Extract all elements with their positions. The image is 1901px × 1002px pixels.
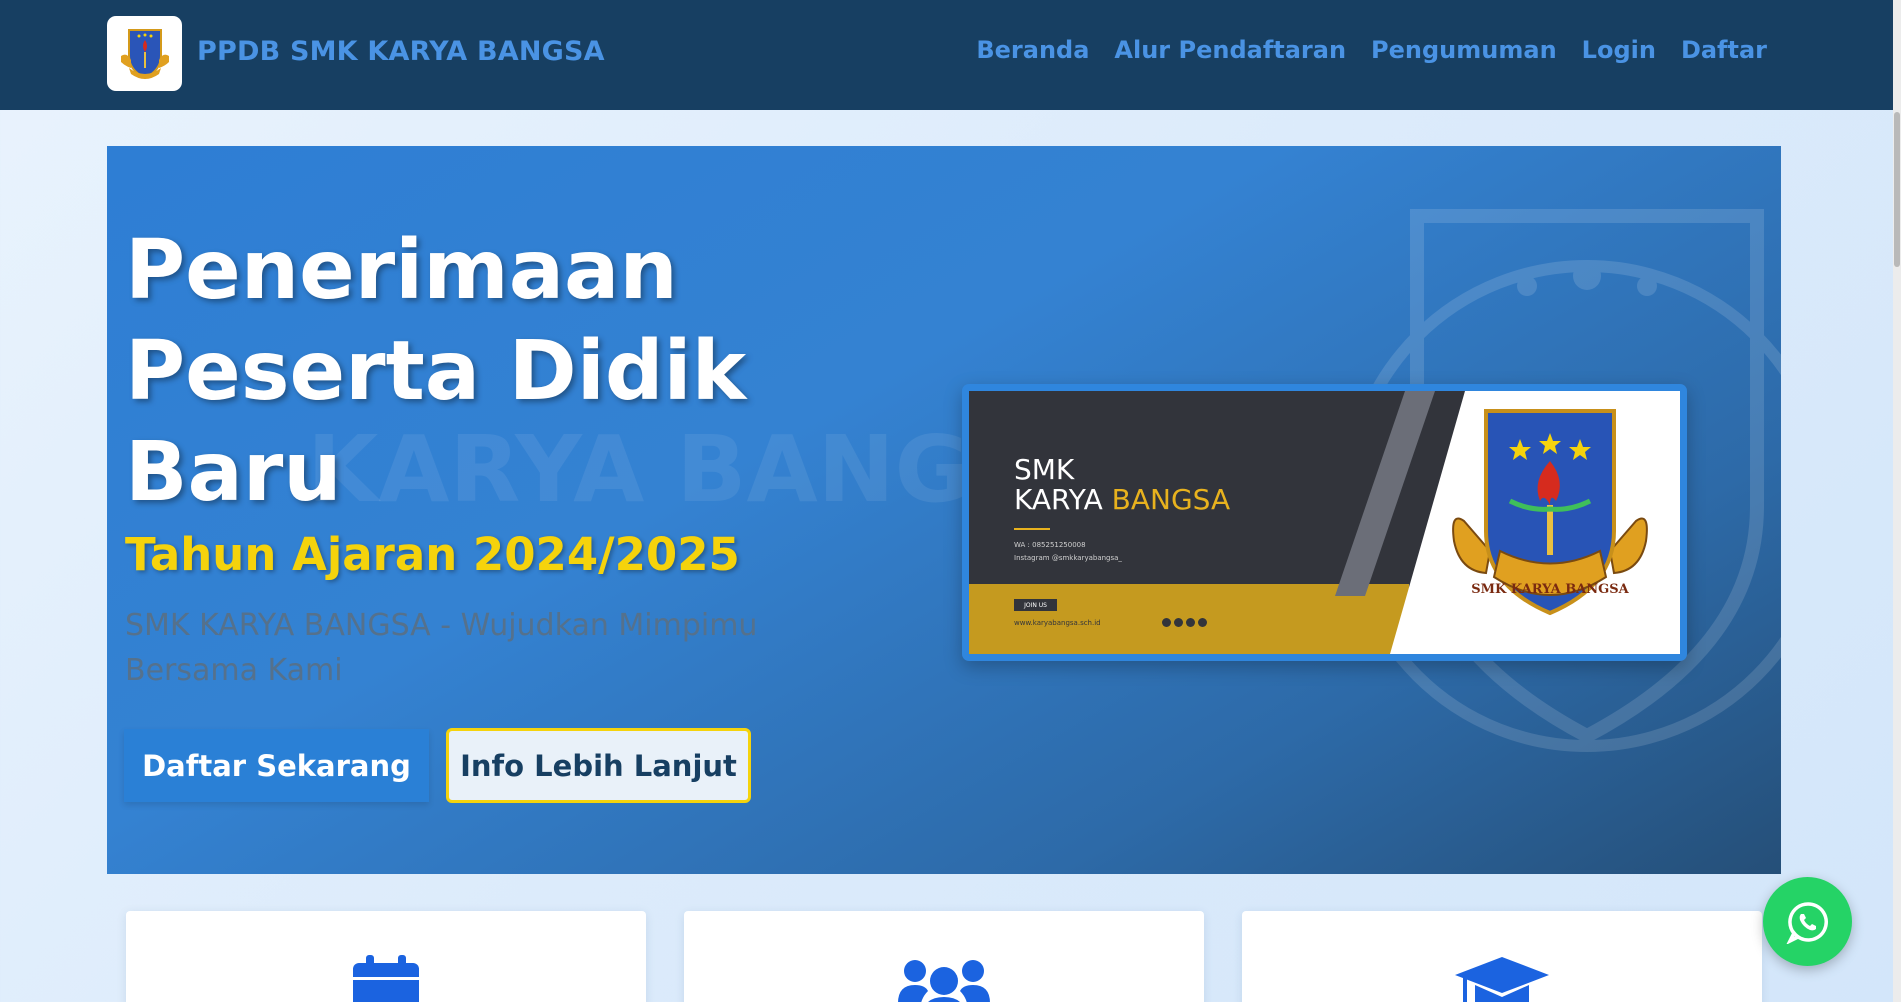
scrollbar-thumb[interactable]	[1894, 112, 1900, 267]
page-scrollbar[interactable]	[1893, 0, 1901, 1002]
school-logo[interactable]	[107, 16, 182, 91]
users-icon	[898, 960, 990, 1002]
feature-card-graduation	[1242, 911, 1762, 1002]
banner-school-emblem-icon: SMK KARYA BANGSA	[1452, 409, 1648, 616]
banner-title-line2: KARYA BANGSA	[1014, 485, 1230, 515]
brand-title[interactable]: PPDB SMK KARYA BANGSA	[197, 36, 605, 67]
school-banner-image: SMK KARYA BANGSA WA : 085251250008 Insta…	[962, 384, 1687, 661]
banner-graphic: SMK KARYA BANGSA WA : 085251250008 Insta…	[969, 391, 1680, 654]
school-emblem-icon	[120, 28, 169, 79]
banner-emblem-text: SMK KARYA BANGSA	[1471, 582, 1629, 597]
daftar-sekarang-button[interactable]: Daftar Sekarang	[124, 729, 429, 802]
nav-link-beranda[interactable]: Beranda	[976, 36, 1089, 64]
twitter-icon	[1174, 618, 1183, 627]
whatsapp-icon	[1786, 901, 1828, 944]
hero-section: KARYA BANGSA Penerimaan Peserta Didik Ba…	[107, 146, 1781, 874]
banner-website-text: www.karyabangsa.sch.id	[1014, 619, 1101, 627]
navbar: PPDB SMK KARYA BANGSA Beranda Alur Penda…	[0, 0, 1901, 110]
nav-link-alur-pendaftaran[interactable]: Alur Pendaftaran	[1114, 36, 1346, 64]
hero-tagline: SMK KARYA BANGSA - Wujudkan Mimpimu Bers…	[125, 608, 758, 688]
banner-join-badge: JOIN US	[1014, 599, 1057, 611]
banner-title-bangsa: BANGSA	[1111, 483, 1231, 516]
banner-wa-text: WA : 085251250008	[1014, 541, 1086, 549]
nav-link-pengumuman[interactable]: Pengumuman	[1371, 36, 1557, 64]
facebook-icon	[1162, 618, 1171, 627]
banner-title-karya: KARYA	[1014, 483, 1112, 516]
hero-subtitle: Tahun Ajaran 2024/2025	[125, 528, 740, 581]
calendar-icon	[353, 955, 419, 1002]
feature-card-schedule	[126, 911, 646, 1002]
banner-rule	[1014, 528, 1050, 530]
whatsapp-button[interactable]	[1763, 877, 1852, 966]
graduation-cap-icon	[1455, 957, 1549, 1002]
youtube-icon	[1186, 618, 1195, 627]
instagram-icon	[1198, 618, 1207, 627]
banner-social-icons	[1162, 618, 1207, 627]
banner-title-line1: SMK	[1014, 453, 1075, 486]
info-lebih-lanjut-button[interactable]: Info Lebih Lanjut	[446, 728, 751, 803]
banner-instagram-text: Instagram @smkkaryabangsa_	[1014, 554, 1122, 562]
feature-card-students	[684, 911, 1204, 1002]
hero-title: Penerimaan Peserta Didik Baru	[125, 223, 747, 520]
nav-links: Beranda Alur Pendaftaran Pengumuman Logi…	[976, 36, 1767, 64]
nav-link-login[interactable]: Login	[1582, 36, 1656, 64]
nav-link-daftar[interactable]: Daftar	[1681, 36, 1767, 64]
